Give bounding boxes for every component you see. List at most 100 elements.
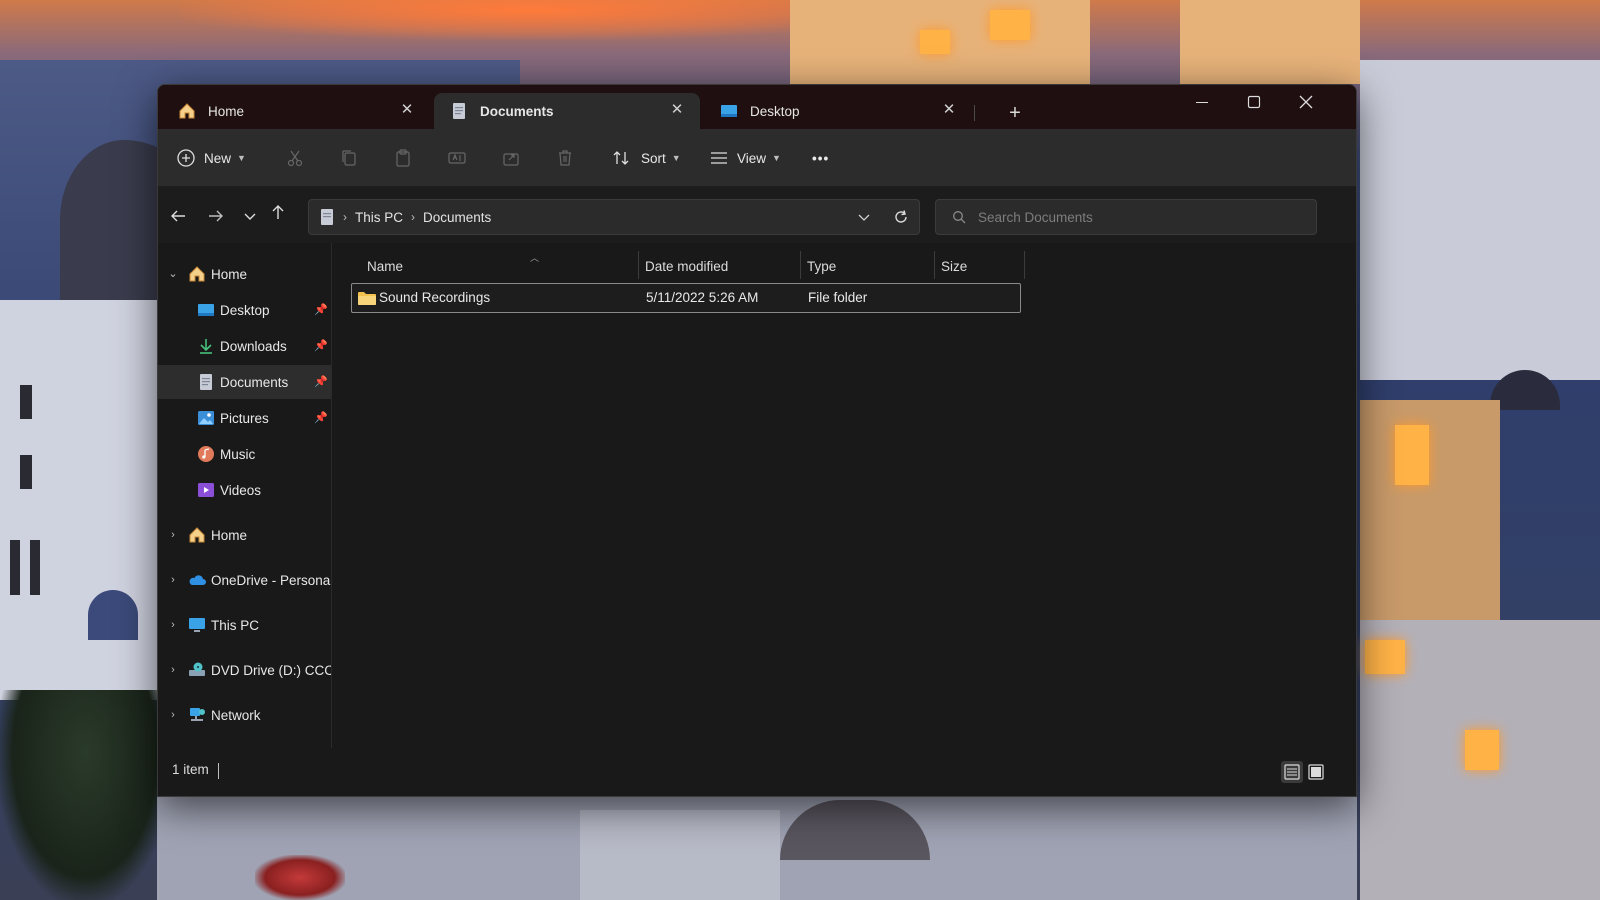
close-tab-icon[interactable]: ✕: [398, 101, 416, 119]
back-button[interactable]: [166, 204, 190, 228]
sort-button[interactable]: Sort ▼: [611, 143, 681, 173]
column-header-type[interactable]: Type: [807, 251, 927, 281]
column-header-size[interactable]: Size: [941, 251, 1021, 281]
nav-item-label: Downloads: [220, 338, 287, 354]
nav-item-videos[interactable]: Videos: [158, 473, 331, 507]
chevron-down-icon: ▼: [772, 153, 781, 163]
chevron-right-icon[interactable]: ›: [167, 664, 179, 676]
share-icon: [501, 148, 521, 168]
column-divider[interactable]: [1024, 251, 1025, 279]
file-explorer-window: Home ✕ Documents ✕ Desktop ✕ + New ▼ Sor…: [157, 84, 1357, 797]
chevron-right-icon[interactable]: ›: [167, 619, 179, 631]
column-divider[interactable]: [638, 251, 639, 279]
cut-button[interactable]: [285, 143, 305, 173]
nav-item-label: Videos: [220, 482, 262, 498]
folder-icon: [357, 284, 379, 312]
search-box[interactable]: [935, 199, 1317, 235]
tab-label: Desktop: [750, 103, 800, 119]
nav-item-music[interactable]: Music: [158, 437, 331, 471]
tab-home[interactable]: Home ✕: [162, 93, 430, 129]
nav-item-this-pc[interactable]: › This PC: [158, 608, 331, 642]
recent-locations-button[interactable]: [238, 204, 262, 228]
music-icon: [197, 445, 215, 463]
forward-button[interactable]: [204, 204, 228, 228]
chevron-down-icon: [244, 213, 256, 220]
table-row[interactable]: Sound Recordings 5/11/2022 5:26 AM File …: [351, 283, 1021, 313]
nav-item-home[interactable]: › Home: [158, 518, 331, 552]
column-header-label: Name: [367, 258, 404, 274]
share-button[interactable]: [501, 143, 521, 173]
column-header-date-modified[interactable]: Date modified: [645, 251, 795, 281]
view-button[interactable]: View ▼: [709, 143, 781, 173]
column-header-label: Type: [807, 258, 837, 274]
pictures-icon: [197, 409, 215, 427]
rename-icon: [447, 148, 467, 168]
status-separator: [218, 763, 219, 779]
chevron-down-icon[interactable]: ⌄: [167, 268, 179, 280]
nav-item-network[interactable]: › Network: [158, 698, 331, 732]
nav-item-label: Music: [220, 446, 256, 462]
navigation-pane: ⌄ Home Desktop 📌 Downloads 📌 Documents 📌…: [158, 243, 332, 748]
search-input[interactable]: [978, 209, 1298, 225]
command-bar: New ▼ Sort ▼ View ▼ •••: [158, 129, 1356, 187]
delete-button[interactable]: [555, 143, 575, 173]
nav-item-label: This PC: [211, 617, 260, 633]
item-count: 1 item: [172, 762, 209, 777]
chevron-right-icon[interactable]: ›: [167, 574, 179, 586]
status-bar: 1 item: [158, 748, 1356, 796]
chevron-right-icon[interactable]: ›: [167, 709, 179, 721]
close-tab-icon[interactable]: ✕: [668, 101, 686, 119]
search-icon: [952, 210, 966, 224]
pin-icon: 📌: [314, 412, 328, 424]
tab-desktop[interactable]: Desktop ✕: [704, 93, 972, 129]
new-tab-button[interactable]: +: [1001, 99, 1029, 127]
paste-button[interactable]: [393, 143, 413, 173]
arrow-left-icon: [171, 210, 185, 222]
large-icons-view-icon: [1308, 764, 1324, 780]
copy-button[interactable]: [339, 143, 359, 173]
large-icons-view-button[interactable]: [1305, 761, 1327, 783]
address-bar[interactable]: › This PC › Documents: [308, 199, 920, 235]
details-view-button[interactable]: [1281, 761, 1303, 783]
column-divider[interactable]: [800, 251, 801, 279]
tab-documents[interactable]: Documents ✕: [434, 93, 700, 129]
column-header-name[interactable]: Name ︿: [367, 251, 637, 281]
title-bar: Home ✕ Documents ✕ Desktop ✕ +: [158, 85, 1356, 129]
nav-item-downloads[interactable]: Downloads 📌: [158, 329, 331, 363]
chevron-right-icon[interactable]: ›: [167, 529, 179, 541]
details-view-icon: [1284, 764, 1300, 780]
nav-item-label: DVD Drive (D:) CCCOMA_X64FRE_EN-US_DV9: [211, 662, 331, 678]
new-label: New: [204, 150, 232, 166]
close-window-button[interactable]: [1280, 85, 1332, 119]
nav-item-desktop[interactable]: Desktop 📌: [158, 293, 331, 327]
nav-item-dvd-drive[interactable]: › DVD Drive (D:) CCCOMA_X64FRE_EN-US_DV9: [158, 653, 331, 687]
breadcrumb-documents[interactable]: Documents: [423, 210, 491, 225]
chevron-down-icon: ▼: [671, 153, 681, 163]
nav-item-label: Pictures: [220, 410, 269, 426]
close-tab-icon[interactable]: ✕: [940, 101, 958, 119]
pin-icon: 📌: [314, 304, 328, 316]
onedrive-icon: [188, 571, 206, 589]
breadcrumb-separator: ›: [411, 210, 416, 224]
rename-button[interactable]: [447, 143, 467, 173]
sort-label: Sort: [641, 150, 666, 166]
column-divider[interactable]: [934, 251, 935, 279]
breadcrumb-this-pc[interactable]: This PC: [355, 210, 403, 225]
nav-item-onedrive[interactable]: › OneDrive - Personal: [158, 563, 332, 597]
nav-item-home-quick-access[interactable]: ⌄ Home: [158, 257, 331, 291]
sort-ascending-icon: ︿: [530, 253, 540, 263]
nav-item-label: OneDrive - Personal: [211, 572, 332, 588]
nav-item-pictures[interactable]: Pictures 📌: [158, 401, 331, 435]
address-row: › This PC › Documents: [158, 187, 1356, 243]
cut-icon: [285, 148, 305, 168]
refresh-icon[interactable]: [893, 209, 909, 225]
see-more-button[interactable]: •••: [812, 143, 829, 173]
address-history-chevron-icon[interactable]: [857, 210, 871, 224]
videos-icon: [197, 481, 215, 499]
arrow-right-icon: [209, 210, 223, 222]
new-button[interactable]: New ▼: [176, 143, 246, 173]
up-button[interactable]: [266, 200, 290, 224]
maximize-button[interactable]: [1228, 85, 1280, 119]
nav-item-documents[interactable]: Documents 📌: [158, 365, 331, 399]
minimize-button[interactable]: [1176, 85, 1228, 119]
